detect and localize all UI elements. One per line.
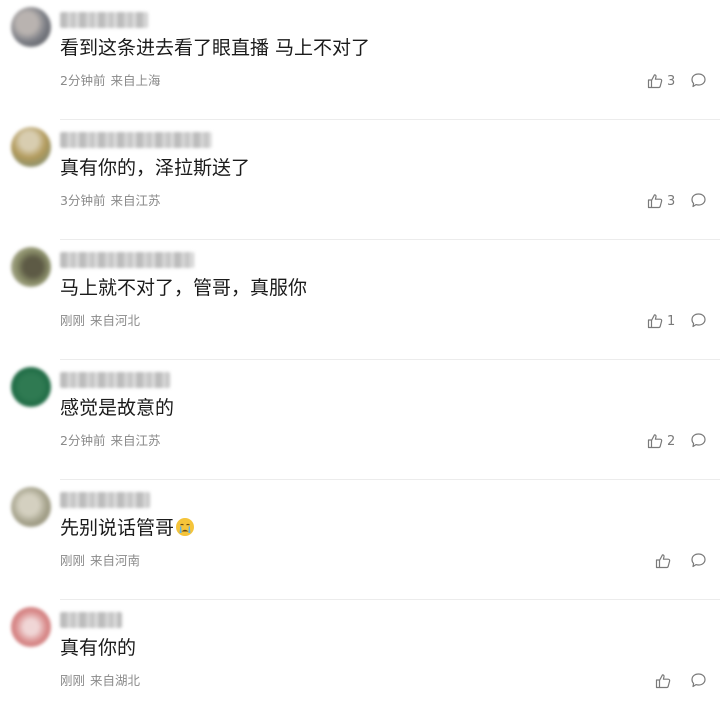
like-button[interactable]: 1 [647,311,675,331]
comment-list: 看到这条进去看了眼直播 马上不对了 2分钟前 来自上海 3 真有你的，泽拉斯送了 … [0,0,720,716]
username-blurred[interactable] [60,252,194,268]
comment-meta: 2分钟前 来自江苏 [60,433,160,449]
avatar[interactable] [11,7,51,47]
avatar[interactable] [11,367,51,407]
like-button[interactable]: 3 [647,71,675,91]
comment-text-row: 先别说话管哥 [60,515,195,541]
comment-text: 感觉是故意的 [60,397,175,419]
comment-location: 来自上海 [110,73,161,88]
username-blurred[interactable] [60,372,170,388]
avatar[interactable] [11,607,51,647]
comment-meta: 2分钟前 来自上海 [60,73,160,89]
comment-time: 2分钟前 [60,73,106,88]
comment-location: 来自江苏 [110,433,161,448]
username-blurred[interactable] [60,132,212,148]
thumbs-up-icon [647,314,663,329]
like-button[interactable]: 3 [647,191,675,211]
speech-bubble-icon[interactable] [690,72,707,89]
comment-meta: 刚刚 来自河南 [60,553,140,569]
comment-time: 刚刚 [60,673,86,688]
avatar[interactable] [11,247,51,287]
thumbs-up-icon [655,674,671,689]
comment-text: 真有你的 [60,637,137,659]
like-count: 3 [667,193,676,209]
thumbs-up-icon [647,74,663,89]
comment-time: 2分钟前 [60,433,106,448]
username-blurred[interactable] [60,12,148,28]
comment-item: 真有你的，泽拉斯送了 3分钟前 来自江苏 3 [0,120,720,240]
like-count: 2 [667,433,676,449]
comment-location: 来自湖北 [90,673,141,688]
crying-face-emoji [176,518,195,536]
speech-bubble-icon[interactable] [690,432,707,449]
comment-meta: 刚刚 来自河北 [60,313,140,329]
avatar[interactable] [11,127,51,167]
comment-time: 刚刚 [60,553,86,568]
comment-item: 看到这条进去看了眼直播 马上不对了 2分钟前 来自上海 3 [0,0,720,120]
username-blurred[interactable] [60,612,122,628]
thumbs-up-icon [647,434,663,449]
thumbs-up-icon [655,554,671,569]
comment-time: 3分钟前 [60,193,106,208]
comment-location: 来自河北 [90,313,141,328]
comment-time: 刚刚 [60,313,86,328]
comment-item: 先别说话管哥 刚刚 来自河南 [0,480,720,600]
comment-location: 来自河南 [90,553,141,568]
like-button[interactable] [655,551,675,571]
comment-meta: 3分钟前 来自江苏 [60,193,160,209]
speech-bubble-icon[interactable] [690,552,707,569]
speech-bubble-icon[interactable] [690,192,707,209]
comment-text: 先别说话管哥 [60,517,175,539]
comment-item: 真有你的 刚刚 来自湖北 [0,600,720,716]
speech-bubble-icon[interactable] [690,312,707,329]
like-button[interactable]: 2 [647,431,675,451]
speech-bubble-icon[interactable] [690,672,707,689]
comment-location: 来自江苏 [110,193,161,208]
thumbs-up-icon [647,194,663,209]
comment-item: 马上就不对了，管哥，真服你 刚刚 来自河北 1 [0,240,720,360]
avatar[interactable] [11,487,51,527]
comment-text: 马上就不对了，管哥，真服你 [60,277,308,299]
like-button[interactable] [655,671,675,691]
comment-text: 真有你的，泽拉斯送了 [60,157,251,179]
comment-text: 看到这条进去看了眼直播 马上不对了 [60,37,371,59]
like-count: 1 [667,313,676,329]
comment-meta: 刚刚 来自湖北 [60,673,140,689]
username-blurred[interactable] [60,492,150,508]
comment-item: 感觉是故意的 2分钟前 来自江苏 2 [0,360,720,480]
like-count: 3 [667,73,676,89]
